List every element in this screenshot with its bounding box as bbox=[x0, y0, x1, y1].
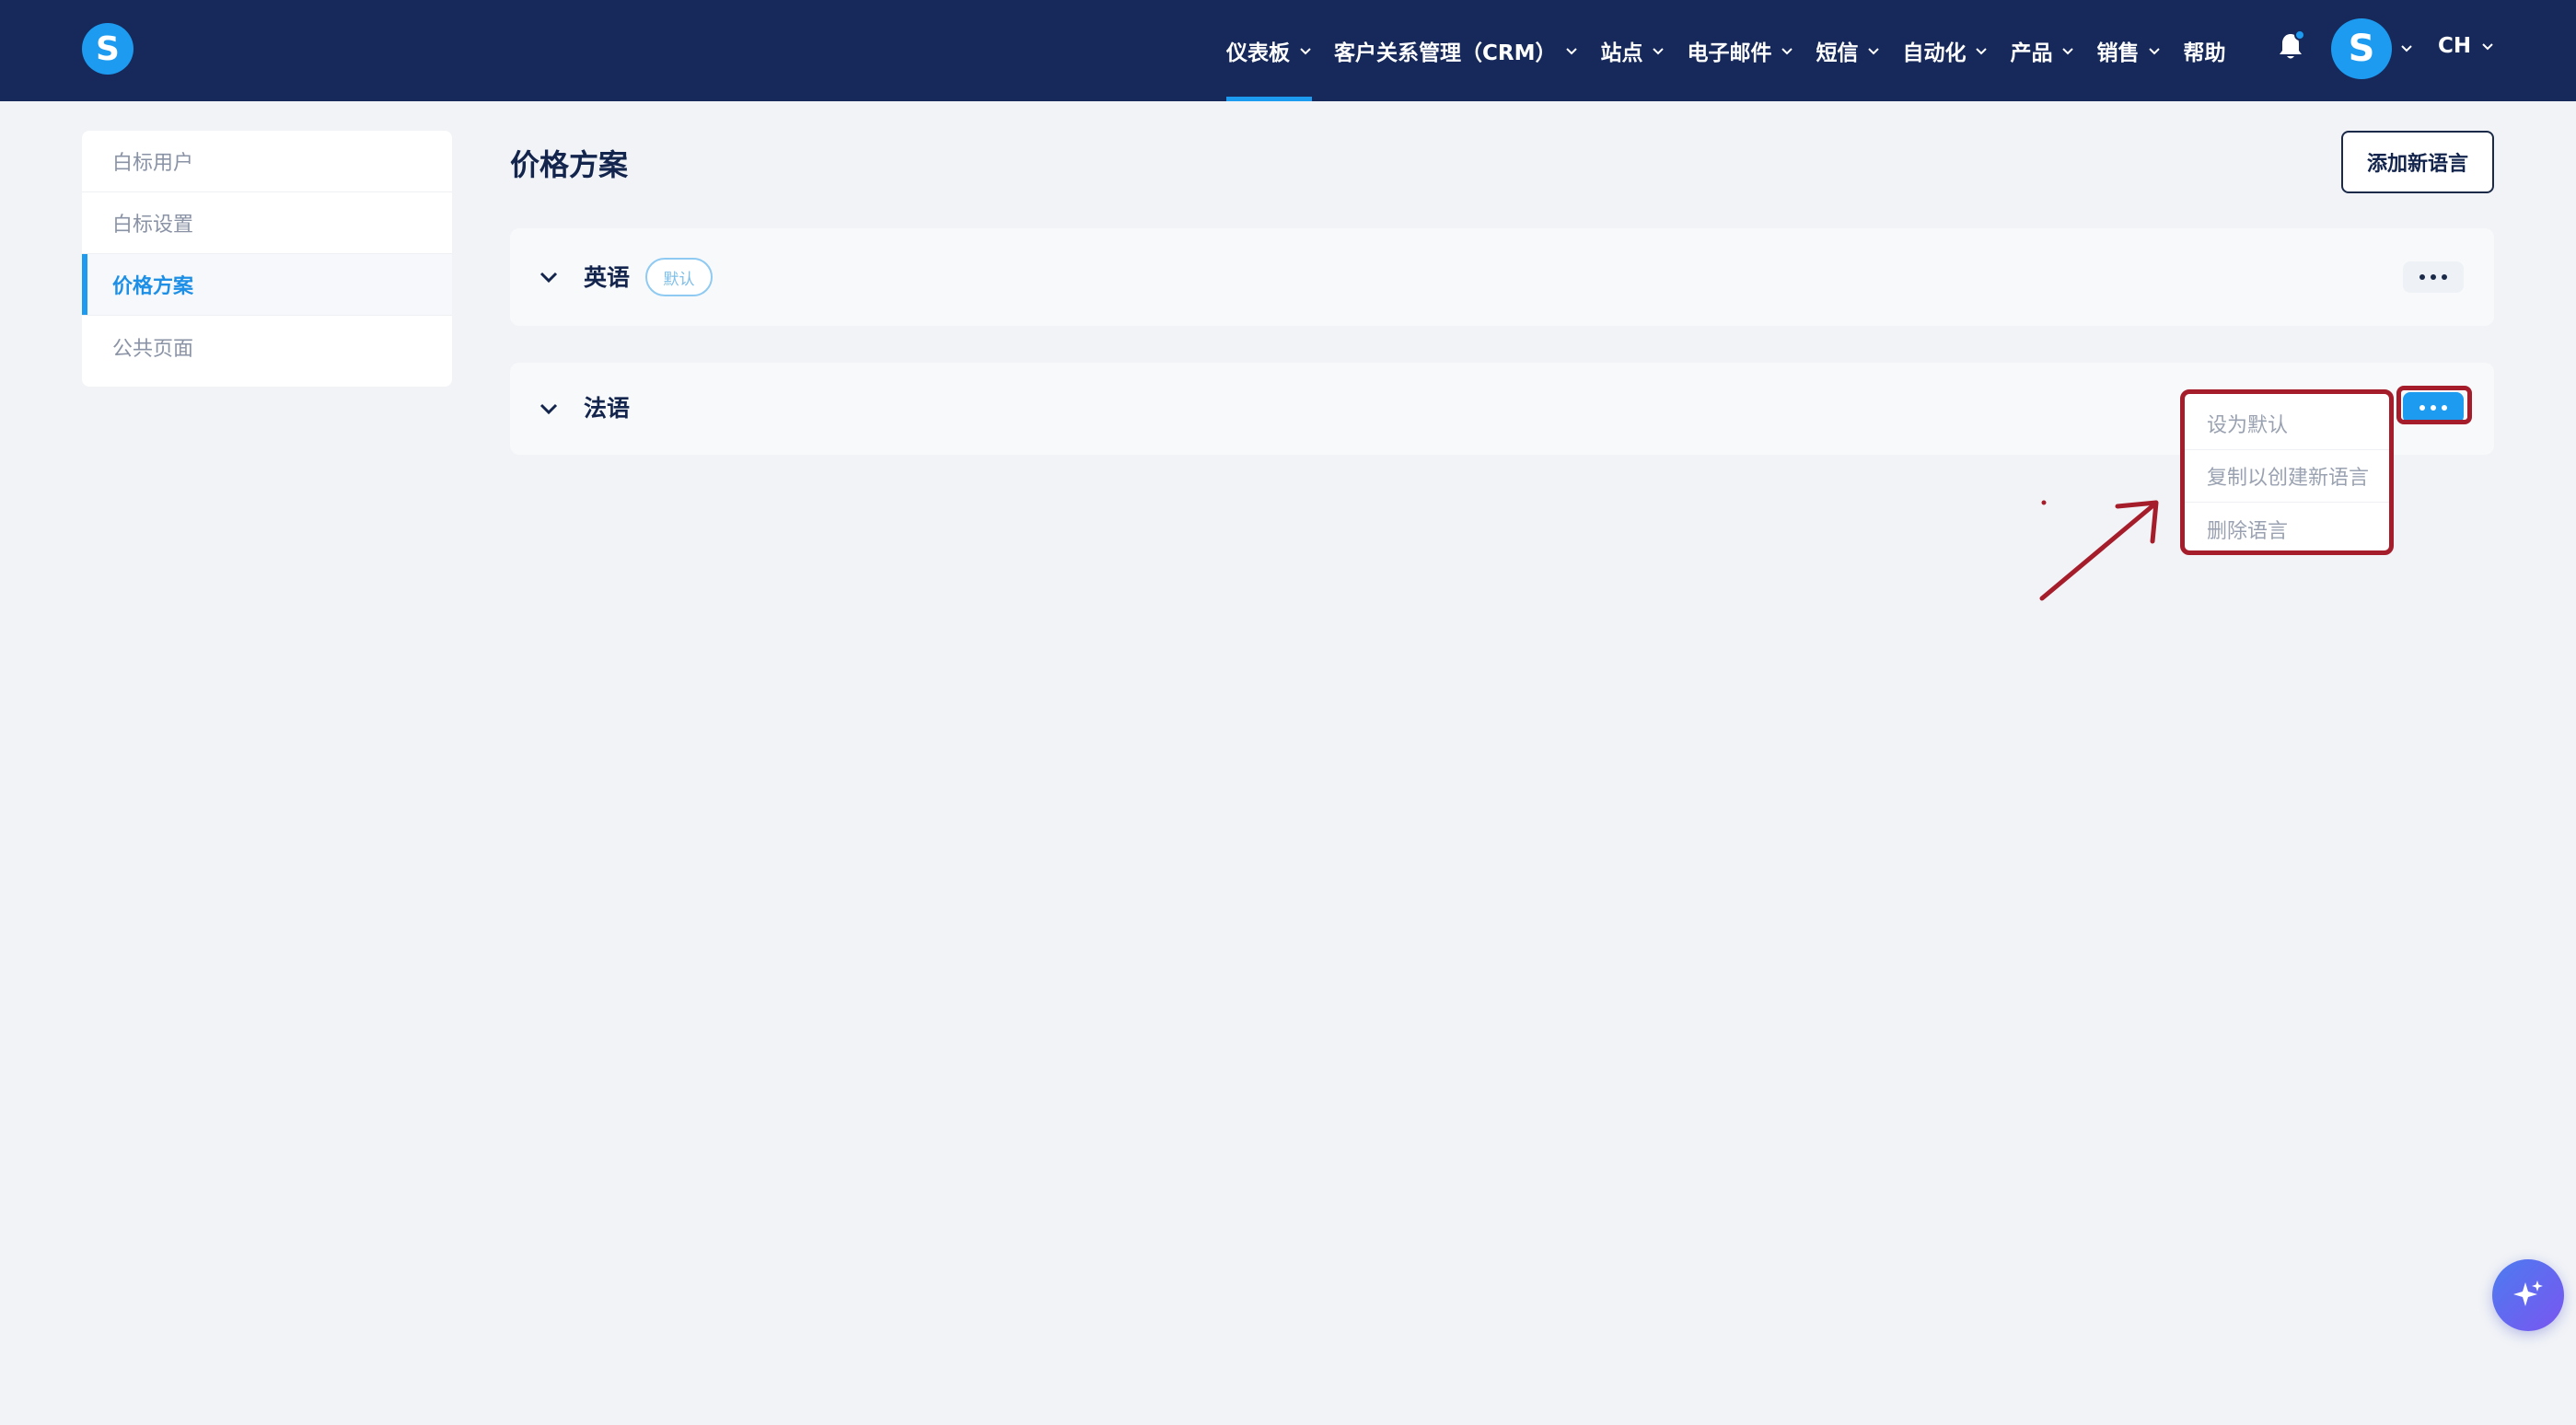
menu-item-delete-language[interactable]: 删除语言 bbox=[2185, 503, 2389, 555]
nav-item-label: 帮助 bbox=[2183, 41, 2226, 65]
settings-sidebar: 白标用户 白标设置 价格方案 公共页面 bbox=[82, 131, 452, 387]
nav-item-sales[interactable]: 销售 bbox=[2096, 0, 2161, 101]
sidebar-item-whitelabel-users[interactable]: 白标用户 bbox=[82, 131, 452, 192]
default-badge: 默认 bbox=[645, 258, 713, 296]
menu-item-duplicate-language[interactable]: 复制以创建新语言 bbox=[2185, 450, 2389, 503]
nav-item-products[interactable]: 产品 bbox=[2010, 0, 2074, 101]
language-name: 英语 bbox=[584, 264, 631, 291]
chevron-down-icon bbox=[2062, 48, 2074, 55]
chevron-down-icon[interactable] bbox=[538, 266, 560, 288]
language-label: CH bbox=[2438, 34, 2472, 58]
user-avatar[interactable]: S bbox=[2331, 18, 2392, 79]
nav-item-label: 站点 bbox=[1600, 41, 1643, 65]
more-options-button[interactable] bbox=[2403, 261, 2464, 293]
add-language-button[interactable]: 添加新语言 bbox=[2341, 131, 2494, 193]
language-name: 法语 bbox=[584, 395, 631, 422]
chevron-down-icon bbox=[1653, 48, 1665, 55]
chevron-down-icon[interactable] bbox=[538, 398, 560, 420]
chevron-down-icon[interactable] bbox=[2399, 41, 2414, 55]
sidebar-item-label: 白标用户 bbox=[112, 152, 194, 175]
chevron-down-icon bbox=[1976, 48, 1988, 55]
sidebar-item-public-pages[interactable]: 公共页面 bbox=[82, 316, 452, 377]
top-navigation-bar: S 仪表板 客户关系管理（CRM） 站点 电子邮件 短信 自动化 产品 销售 帮… bbox=[0, 0, 2576, 101]
nav-item-automation[interactable]: 自动化 bbox=[1902, 0, 1988, 101]
chevron-down-icon bbox=[2482, 43, 2493, 51]
nav-item-dashboard[interactable]: 仪表板 bbox=[1215, 0, 1312, 101]
sidebar-item-label: 公共页面 bbox=[112, 337, 194, 361]
main-nav: 仪表板 客户关系管理（CRM） 站点 电子邮件 短信 自动化 产品 销售 帮助 bbox=[1215, 0, 2247, 101]
nav-item-label: 仪表板 bbox=[1226, 41, 1290, 65]
annotation-arrow bbox=[2039, 500, 2159, 601]
menu-item-label: 设为默认 bbox=[2207, 414, 2289, 437]
nav-item-label: 客户关系管理（CRM） bbox=[1334, 41, 1557, 65]
sidebar-item-label: 价格方案 bbox=[112, 275, 194, 298]
nav-item-label: 电子邮件 bbox=[1687, 41, 1772, 65]
app-logo[interactable]: S bbox=[82, 23, 133, 75]
notification-dot bbox=[2294, 29, 2305, 41]
language-options-dropdown: 设为默认 复制以创建新语言 删除语言 bbox=[2180, 389, 2394, 555]
more-dot bbox=[2419, 274, 2425, 280]
nav-item-label: 短信 bbox=[1816, 41, 1859, 65]
menu-item-label: 删除语言 bbox=[2207, 519, 2289, 543]
chevron-down-icon bbox=[1300, 48, 1311, 55]
sidebar-item-label: 白标设置 bbox=[112, 214, 194, 237]
nav-item-email[interactable]: 电子邮件 bbox=[1687, 0, 1793, 101]
more-dot bbox=[2442, 274, 2447, 280]
sparkle-icon bbox=[2513, 1280, 2543, 1306]
ai-assistant-button[interactable] bbox=[2492, 1259, 2564, 1331]
chevron-down-icon bbox=[1781, 48, 1793, 55]
menu-item-label: 复制以创建新语言 bbox=[2207, 467, 2370, 490]
language-card-english: 英语 默认 bbox=[510, 228, 2494, 326]
chevron-down-icon bbox=[1566, 48, 1578, 55]
annotation-highlight-box bbox=[2396, 386, 2472, 424]
more-dot bbox=[2431, 274, 2436, 280]
chevron-down-icon bbox=[1868, 48, 1880, 55]
nav-item-label: 产品 bbox=[2010, 41, 2053, 65]
chevron-down-icon bbox=[2149, 48, 2161, 55]
nav-item-label: 销售 bbox=[2096, 41, 2140, 65]
nav-item-crm[interactable]: 客户关系管理（CRM） bbox=[1334, 0, 1578, 101]
nav-item-label: 自动化 bbox=[1902, 41, 1967, 65]
nav-item-sites[interactable]: 站点 bbox=[1600, 0, 1665, 101]
sidebar-item-pricing-plans[interactable]: 价格方案 bbox=[82, 254, 452, 316]
page-title: 价格方案 bbox=[510, 147, 629, 182]
nav-item-help[interactable]: 帮助 bbox=[2183, 0, 2225, 101]
menu-item-set-default[interactable]: 设为默认 bbox=[2185, 398, 2389, 450]
language-switcher[interactable]: CH bbox=[2438, 28, 2495, 64]
sidebar-item-whitelabel-settings[interactable]: 白标设置 bbox=[82, 192, 452, 254]
nav-item-sms[interactable]: 短信 bbox=[1816, 0, 1880, 101]
